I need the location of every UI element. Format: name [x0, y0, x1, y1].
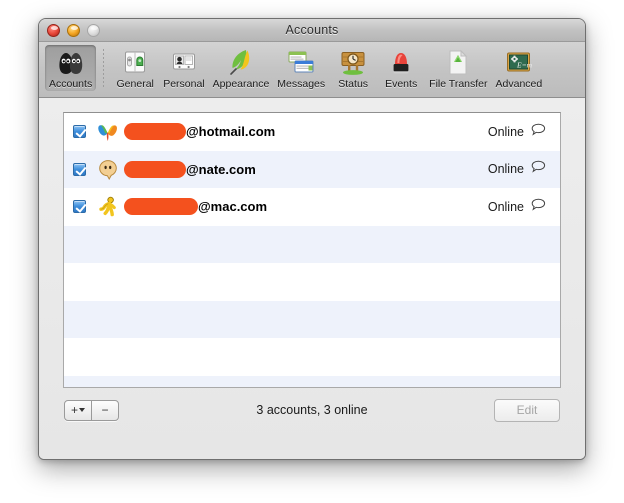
personal-icon: [169, 47, 199, 77]
toolbar-item-file-transfer[interactable]: File Transfer: [425, 45, 491, 91]
msn-butterfly-icon: [97, 121, 119, 143]
empty-row[interactable]: [64, 375, 560, 387]
account-status: Online: [488, 160, 546, 178]
toolbar-item-status[interactable]: Status: [329, 45, 377, 91]
toolbar-label-general: General: [116, 78, 154, 90]
remove-account-label: −: [101, 403, 109, 417]
file-transfer-icon: [443, 47, 473, 77]
account-address: @mac.com: [124, 198, 488, 216]
messages-icon: [286, 47, 316, 77]
status-label: Online: [487, 162, 524, 177]
empty-row[interactable]: [64, 225, 560, 263]
feather-icon: [226, 47, 256, 77]
empty-row[interactable]: [64, 300, 560, 338]
toolbar-item-events[interactable]: Events: [377, 45, 425, 91]
chalkboard-icon: E=mc²: [504, 47, 534, 77]
add-remove-segmented-control: + −: [64, 399, 119, 421]
toolbar-label-messages: Messages: [277, 78, 326, 90]
preferences-toolbar: Accounts General Personal Appearance Mes…: [39, 42, 585, 98]
toolbar-label-advanced: Advanced: [495, 78, 543, 90]
account-address: @hotmail.com: [124, 123, 488, 141]
account-enabled-checkbox[interactable]: [73, 162, 86, 176]
accounts-pane: @hotmail.com Online @nate.com Online @ma…: [39, 98, 585, 459]
empty-row[interactable]: [64, 338, 560, 376]
account-domain: @nate.com: [186, 161, 256, 177]
table-row[interactable]: @nate.com Online: [64, 150, 560, 188]
account-enabled-checkbox[interactable]: [73, 125, 86, 139]
account-domain: @mac.com: [198, 199, 268, 215]
toolbar-label-file-transfer: File Transfer: [429, 78, 488, 90]
window-titlebar[interactable]: Accounts: [39, 19, 585, 42]
toolbar-item-advanced[interactable]: E=mc² Advanced: [492, 45, 547, 91]
add-account-button[interactable]: +: [65, 401, 91, 420]
account-status: Online: [488, 198, 546, 216]
toolbar-item-personal[interactable]: Personal: [159, 45, 208, 91]
status-label: Online: [487, 124, 524, 139]
accounts-summary: 3 accounts, 3 online: [256, 403, 368, 417]
svg-text:E=mc²: E=mc²: [516, 60, 532, 69]
buddies-icon: [56, 47, 86, 77]
window-title: Accounts: [285, 23, 339, 37]
toolbar-label-status: Status: [338, 78, 369, 90]
empty-row[interactable]: [64, 263, 560, 301]
toolbar-label-personal: Personal: [163, 78, 205, 90]
account-address: @nate.com: [124, 160, 488, 178]
zoom-button[interactable]: [87, 23, 100, 37]
toolbar-label-accounts: Accounts: [49, 78, 93, 90]
aim-runner-icon: [97, 196, 119, 218]
redaction-bar: [124, 123, 186, 141]
close-button[interactable]: [47, 23, 60, 37]
clock-sign-icon: [338, 47, 368, 77]
speech-bubble-icon[interactable]: [531, 198, 546, 216]
speech-bubble-icon[interactable]: [531, 160, 546, 178]
toolbar-label-events: Events: [385, 78, 418, 90]
speech-bubble-icon[interactable]: [531, 123, 546, 141]
status-label: Online: [487, 199, 524, 214]
account-domain: @hotmail.com: [186, 124, 276, 140]
remove-account-button[interactable]: −: [91, 400, 118, 420]
jabber-smiley-icon: [97, 158, 119, 180]
redaction-bar: [124, 160, 186, 178]
toolbar-item-general[interactable]: General: [111, 45, 159, 91]
accounts-list[interactable]: @hotmail.com Online @nate.com Online @ma…: [63, 112, 561, 388]
toolbar-item-accounts[interactable]: Accounts: [45, 45, 97, 91]
account-status: Online: [488, 123, 546, 141]
general-icon: [120, 47, 150, 77]
accounts-bottom-bar: + − 3 accounts, 3 online Edit: [63, 388, 561, 432]
toolbar-item-appearance[interactable]: Appearance: [209, 45, 274, 91]
account-enabled-checkbox[interactable]: [73, 200, 86, 214]
window-controls: [47, 23, 100, 37]
redaction-bar: [124, 198, 198, 216]
minimize-button[interactable]: [67, 23, 80, 37]
siren-icon: [386, 47, 416, 77]
add-account-label: +: [70, 403, 78, 417]
accounts-window: Accounts Accounts General Personal Appea…: [38, 18, 586, 460]
table-row[interactable]: @mac.com Online: [64, 188, 560, 226]
toolbar-label-appearance: Appearance: [212, 78, 270, 90]
toolbar-separator: [103, 49, 105, 89]
toolbar-item-messages[interactable]: Messages: [273, 45, 329, 91]
table-row[interactable]: @hotmail.com Online: [64, 113, 560, 151]
edit-button-label: Edit: [516, 403, 538, 417]
chevron-down-icon: [79, 408, 85, 412]
edit-button[interactable]: Edit: [494, 398, 560, 422]
